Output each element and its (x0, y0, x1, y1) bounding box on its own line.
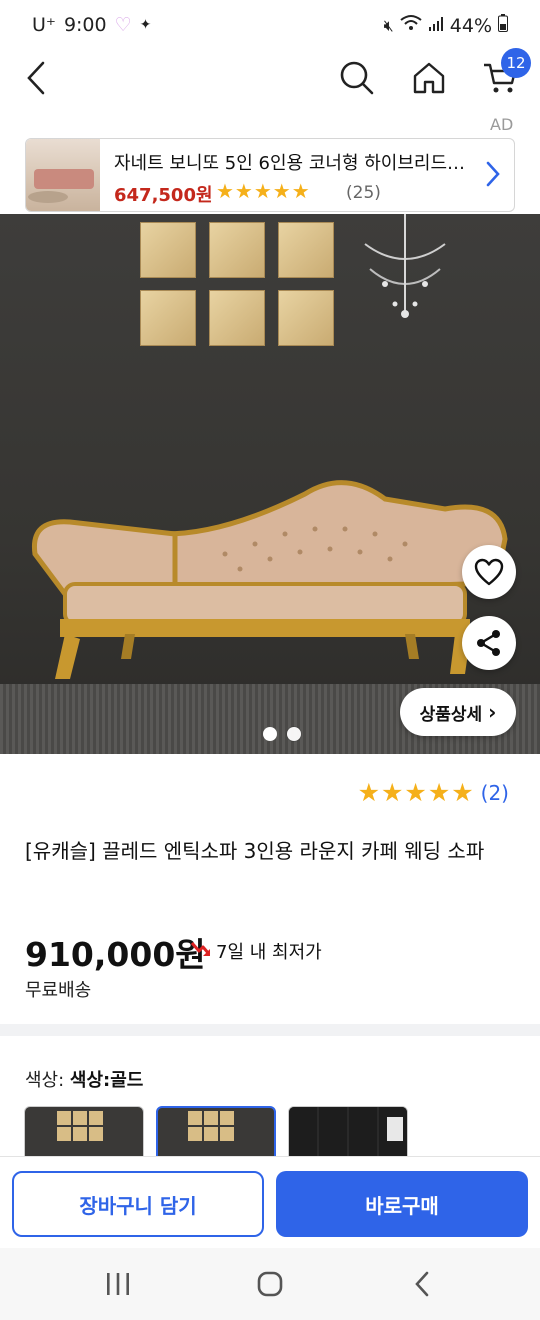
product-price: 910,000원 (25, 935, 206, 974)
search-button[interactable] (333, 54, 381, 102)
ad-label: AD (490, 115, 514, 134)
home-nav-button[interactable] (240, 1262, 300, 1306)
lowest-price-note: 7일 내 최저가 (190, 938, 322, 964)
signal-icon (428, 15, 444, 37)
system-nav-bar (0, 1248, 540, 1320)
home-circle-icon (257, 1271, 283, 1297)
rating-stars: ★★★★★ (357, 778, 475, 807)
share-button[interactable] (462, 616, 516, 670)
battery-icon (498, 14, 508, 37)
product-title: [유캐슬] 끌레드 엔틱소파 3인용 라운지 카페 웨딩 소파 (25, 839, 485, 863)
battery-percent: 44% (449, 14, 492, 37)
gallery-dot-1[interactable] (263, 727, 277, 741)
notification-icon: ✦ (139, 17, 152, 33)
color-option-label: 색상: 색상:골드 (25, 1066, 143, 1092)
shipping-info: 무료배송 (25, 980, 92, 1001)
status-right: 🔇︎ 44% (384, 14, 508, 37)
ad-review-count: (25) (346, 183, 381, 203)
color-option-value: 색상:골드 (69, 1070, 144, 1091)
share-icon (477, 630, 500, 656)
ad-title: 자네트 보니또 5인 6인용 코너형 하이브리드 소파 (114, 153, 470, 174)
recent-apps-icon (107, 1273, 129, 1295)
cart-count-badge: 12 (501, 48, 531, 78)
status-time: 9:00 (63, 14, 107, 36)
back-arrow-icon (27, 61, 45, 95)
ad-banner[interactable]: 자네트 보니또 5인 6인용 코너형 하이브리드 소파 647,500원 ★★★… (25, 138, 515, 212)
color-option-prefix: 색상: (25, 1070, 70, 1091)
home-icon (413, 62, 445, 94)
section-divider (0, 1024, 540, 1036)
wishlist-button[interactable] (462, 545, 516, 599)
back-button[interactable] (12, 54, 60, 102)
mute-icon: 🔇︎ (383, 15, 394, 35)
gallery-dot-2[interactable] (287, 727, 301, 741)
add-to-cart-button[interactable]: 장바구니 담기 (12, 1171, 264, 1237)
top-bar (0, 56, 540, 116)
heart-icon (474, 558, 504, 586)
recent-apps-button[interactable] (88, 1262, 148, 1306)
sofa-image (31, 480, 508, 679)
status-left: U⁺ 9:00 ♡ ✦ (32, 14, 151, 36)
carrier-label: U⁺ (32, 14, 56, 36)
buy-now-button[interactable]: 바로구매 (276, 1171, 528, 1237)
back-nav-icon (415, 1271, 429, 1297)
wifi-icon (400, 14, 422, 37)
home-button[interactable] (405, 54, 453, 102)
ad-thumbnail (26, 139, 100, 211)
review-count: (2) (480, 780, 509, 805)
chevron-right-icon (486, 161, 500, 191)
trend-down-icon (190, 942, 211, 956)
product-detail-button[interactable]: 상품상세 › (400, 688, 516, 736)
back-nav-button[interactable] (392, 1262, 452, 1306)
heart-status-icon: ♡ (114, 14, 132, 36)
product-detail-label: 상품상세 (419, 704, 483, 725)
product-image-gallery[interactable]: 상품상세 › (0, 214, 540, 754)
product-rating[interactable]: ★★★★★ (2) (358, 778, 509, 807)
chevron-right-icon: › (488, 700, 497, 724)
ad-rating-stars: ★★★★★ (216, 179, 311, 203)
status-bar: U⁺ 9:00 ♡ ✦ 🔇︎ 44% (0, 0, 540, 56)
search-icon (340, 61, 374, 95)
lowest-price-label: 7일 내 최저가 (216, 942, 322, 963)
chandelier-image (364, 214, 446, 318)
ad-price: 647,500원 (114, 185, 213, 206)
bottom-action-bar: 장바구니 담기 바로구매 (0, 1156, 540, 1248)
